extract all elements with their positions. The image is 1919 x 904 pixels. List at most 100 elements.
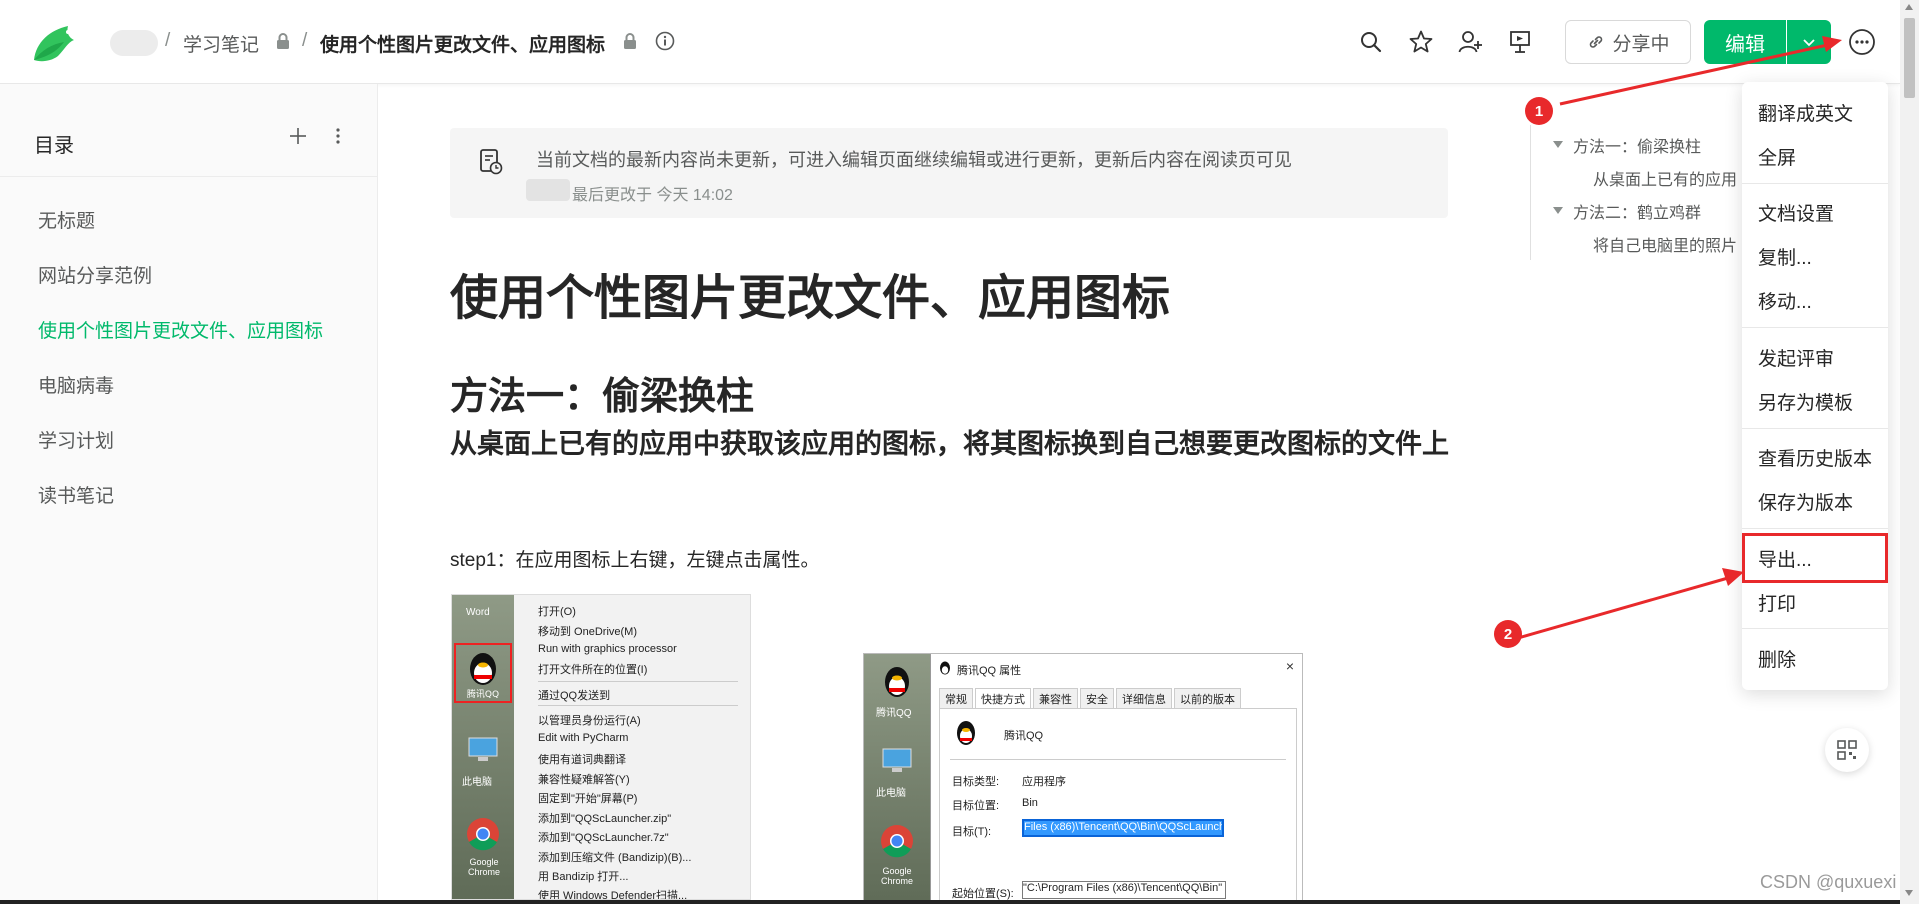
heading-2: 方法一：偷梁换柱 <box>450 376 755 418</box>
heading-3: 从桌面上已有的应用中获取该应用的图标，将其图标换到自己想要更改图标的文件上 <box>450 429 1449 459</box>
outline-panel: 方法一：偷梁换柱 从桌面上已有的应用 方法二：鹤立鸡群 将自己电脑里的照片 <box>1530 125 1740 260</box>
target-value: Files (x86)\Tencent\QQ\Bin\QQScLauncher.… <box>1024 821 1222 833</box>
share-label: 分享中 <box>1612 33 1670 55</box>
desktop-label: 腾讯QQ <box>876 708 912 719</box>
vertical-dots-icon[interactable] <box>328 124 348 148</box>
editor-avatar <box>526 179 570 201</box>
edit-dropdown-button[interactable] <box>1787 20 1831 64</box>
context-menu-item: 以管理员身份运行(A) <box>538 715 641 727</box>
menu-item-translate[interactable]: 翻译成英文 <box>1758 99 1853 126</box>
context-menu-item: 移动到 OneDrive(M) <box>538 626 638 638</box>
context-menu-item: 添加到"QQScLauncher.7z" <box>538 832 669 844</box>
lock-icon <box>624 33 636 49</box>
menu-item-fullscreen[interactable]: 全屏 <box>1758 143 1796 170</box>
field-value: Bin <box>1022 797 1038 809</box>
breadcrumb-book[interactable]: 学习笔记 <box>183 30 259 57</box>
sidebar-item[interactable]: 网站分享范例 <box>38 261 152 288</box>
dialog-tab: 安全 <box>1080 688 1114 709</box>
presentation-icon[interactable] <box>1506 28 1534 56</box>
edit-label: 编辑 <box>1725 33 1765 56</box>
outline-item[interactable]: 方法二：鹤立鸡群 <box>1573 199 1701 223</box>
menu-item-doc-settings[interactable]: 文档设置 <box>1758 199 1834 226</box>
target-field: Files (x86)\Tencent\QQ\Bin\QQScLauncher.… <box>1022 819 1224 837</box>
annotation-badge-1: 1 <box>1525 97 1553 125</box>
dialog-divider <box>950 759 1286 760</box>
collapse-arrow-icon[interactable] <box>1553 207 1563 214</box>
menu-item-move[interactable]: 移动... <box>1758 287 1812 314</box>
menu-item-print[interactable]: 打印 <box>1758 589 1796 616</box>
context-menu-item: 固定到"开始"屏幕(P) <box>538 793 638 805</box>
field-label: 起始位置(S): <box>952 888 1014 900</box>
export-highlight-box <box>1742 533 1888 583</box>
sidebar-divider <box>0 176 378 177</box>
more-options-icon[interactable] <box>1844 24 1880 60</box>
menu-item-delete[interactable]: 删除 <box>1758 645 1796 672</box>
space-avatar[interactable] <box>110 30 158 56</box>
sidebar-item[interactable]: 电脑病毒 <box>38 371 114 398</box>
menu-item-copy[interactable]: 复制... <box>1758 243 1812 270</box>
screenshot-properties-dialog: 腾讯QQ 此电脑 Google Chrome 腾讯QQ 属性 × 常规 快捷方式兼… <box>863 653 1303 903</box>
menu-divider <box>1742 628 1888 629</box>
qq-penguin-icon: 腾讯QQ <box>467 653 499 700</box>
properties-dialog: 腾讯QQ 属性 × 常规 快捷方式 兼容性 安全 详细信息 以前的版本 腾讯QQ 目标类型… <box>930 654 1302 902</box>
desktop-label: 此电脑 <box>462 777 492 788</box>
menu-item-history[interactable]: 查看历史版本 <box>1758 444 1872 471</box>
qq-penguin-icon <box>940 661 950 675</box>
close-icon: × <box>1285 658 1294 674</box>
sidebar-item[interactable]: 无标题 <box>38 206 95 233</box>
menu-divider <box>1742 327 1888 328</box>
share-button[interactable]: 分享中 <box>1565 20 1691 64</box>
page-scrollbar[interactable] <box>1900 0 1919 904</box>
desktop-strip: Word 腾讯QQ 此电脑 Google Chrome <box>452 595 514 899</box>
plus-icon[interactable] <box>286 124 310 148</box>
edit-button[interactable]: 编辑 <box>1704 20 1786 64</box>
bottom-border <box>0 900 1900 904</box>
collapse-arrow-icon[interactable] <box>1553 141 1563 148</box>
info-icon[interactable] <box>654 30 676 52</box>
menu-item-save-template[interactable]: 另存为模板 <box>1758 388 1853 415</box>
chrome-icon <box>881 825 913 858</box>
outline-item[interactable]: 从桌面上已有的应用 <box>1593 166 1737 190</box>
computer-icon <box>882 748 912 772</box>
sidebar-item[interactable]: 学习计划 <box>38 426 114 453</box>
menu-item-save-version[interactable]: 保存为版本 <box>1758 488 1853 515</box>
field-label: 目标(T): <box>952 826 992 838</box>
menu-divider <box>538 705 738 706</box>
scroll-down-arrow-icon[interactable] <box>1905 890 1913 896</box>
qr-code-button[interactable] <box>1825 728 1869 772</box>
scroll-thumb[interactable] <box>1904 18 1915 98</box>
sidebar-item-active[interactable]: 使用个性图片更改文件、应用图标 <box>38 316 323 343</box>
annotation-badge-2: 2 <box>1494 620 1522 648</box>
yuque-logo-icon[interactable] <box>28 20 78 64</box>
field-value: 应用程序 <box>1022 776 1066 788</box>
desktop-strip: 腾讯QQ 此电脑 Google Chrome <box>864 654 930 902</box>
desktop-label: Google Chrome <box>467 857 500 877</box>
start-in-field: "C:\Program Files (x86)\Tencent\QQ\Bin" <box>1022 881 1226 899</box>
context-menu-item: 打开文件所在的位置(I) <box>538 664 648 676</box>
dialog-tab-active: 快捷方式 <box>975 688 1031 709</box>
qq-penguin-icon <box>957 721 975 745</box>
dialog-tab: 以前的版本 <box>1174 688 1241 709</box>
context-menu-item: 打开(O) <box>538 606 576 618</box>
dialog-tabs: 常规 快捷方式 兼容性 安全 详细信息 以前的版本 <box>939 688 1243 709</box>
chrome-icon <box>467 818 499 851</box>
star-icon[interactable] <box>1407 28 1435 56</box>
desktop-label: 此电脑 <box>876 788 906 799</box>
search-icon[interactable] <box>1357 28 1385 56</box>
document-title: 使用个性图片更改文件、应用图标 <box>450 272 1171 325</box>
menu-item-review[interactable]: 发起评审 <box>1758 344 1834 371</box>
watermark: CSDN @quxuexi <box>1760 872 1897 892</box>
scroll-up-arrow-icon[interactable] <box>1905 4 1913 10</box>
outline-item[interactable]: 将自己电脑里的照片 <box>1593 232 1737 256</box>
link-icon <box>1590 36 1603 48</box>
breadcrumb-separator: / <box>165 30 171 51</box>
dialog-title: 腾讯QQ 属性 <box>957 665 1022 677</box>
add-collaborator-icon[interactable] <box>1456 28 1484 56</box>
desktop-label: 腾讯QQ <box>467 688 499 700</box>
context-menu-item: 添加到"QQScLauncher.zip" <box>538 813 672 825</box>
field-label: 目标类型: <box>952 776 1000 788</box>
context-menu: 打开(O) 移动到 OneDrive(M) Run with graphics … <box>514 595 750 899</box>
start-in-value: "C:\Program Files (x86)\Tencent\QQ\Bin" <box>1023 882 1223 894</box>
outline-item[interactable]: 方法一：偷梁换柱 <box>1573 133 1701 157</box>
sidebar-item[interactable]: 读书笔记 <box>38 481 114 508</box>
